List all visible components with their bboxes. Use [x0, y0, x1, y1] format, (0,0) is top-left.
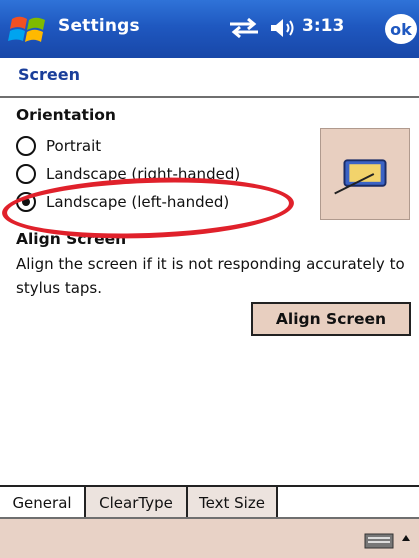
ok-button[interactable]: ok — [385, 14, 417, 44]
clock[interactable]: 3:13 — [302, 16, 344, 36]
up-arrow-icon[interactable] — [399, 529, 413, 549]
align-heading: Align Screen — [16, 230, 127, 248]
windows-flag-icon[interactable] — [8, 11, 48, 49]
landscape-screen-icon — [334, 159, 387, 195]
radio-label: Landscape (left-handed) — [46, 193, 230, 211]
page-header: Screen — [0, 58, 419, 98]
align-description: Align the screen if it is not responding… — [16, 255, 405, 297]
align-screen-button[interactable]: Align Screen — [251, 302, 411, 336]
speaker-icon[interactable] — [268, 16, 296, 40]
app-title: Settings — [58, 16, 140, 36]
radio-label: Landscape (right-handed) — [46, 165, 241, 183]
bottom-command-bar — [0, 517, 419, 558]
sync-arrows-icon[interactable] — [228, 17, 260, 39]
radio-button[interactable] — [16, 136, 36, 156]
tab-text-size[interactable]: Text Size — [188, 487, 278, 519]
title-bar: Settings 3:13 ok — [0, 0, 419, 58]
radio-label: Portrait — [46, 137, 102, 155]
radio-portrait[interactable]: Portrait — [16, 132, 101, 160]
tab-general[interactable]: General — [0, 487, 86, 519]
orientation-preview — [320, 128, 410, 220]
radio-button[interactable] — [16, 164, 36, 184]
radio-landscape-left[interactable]: Landscape (left-handed) — [16, 188, 229, 216]
tab-bar: General ClearType Text Size — [0, 485, 419, 519]
radio-button-selected[interactable] — [16, 192, 36, 212]
tab-cleartype[interactable]: ClearType — [86, 487, 188, 519]
orientation-heading: Orientation — [16, 106, 116, 124]
page-title: Screen — [18, 65, 80, 84]
keyboard-icon[interactable] — [364, 533, 394, 549]
radio-landscape-right[interactable]: Landscape (right-handed) — [16, 160, 240, 188]
